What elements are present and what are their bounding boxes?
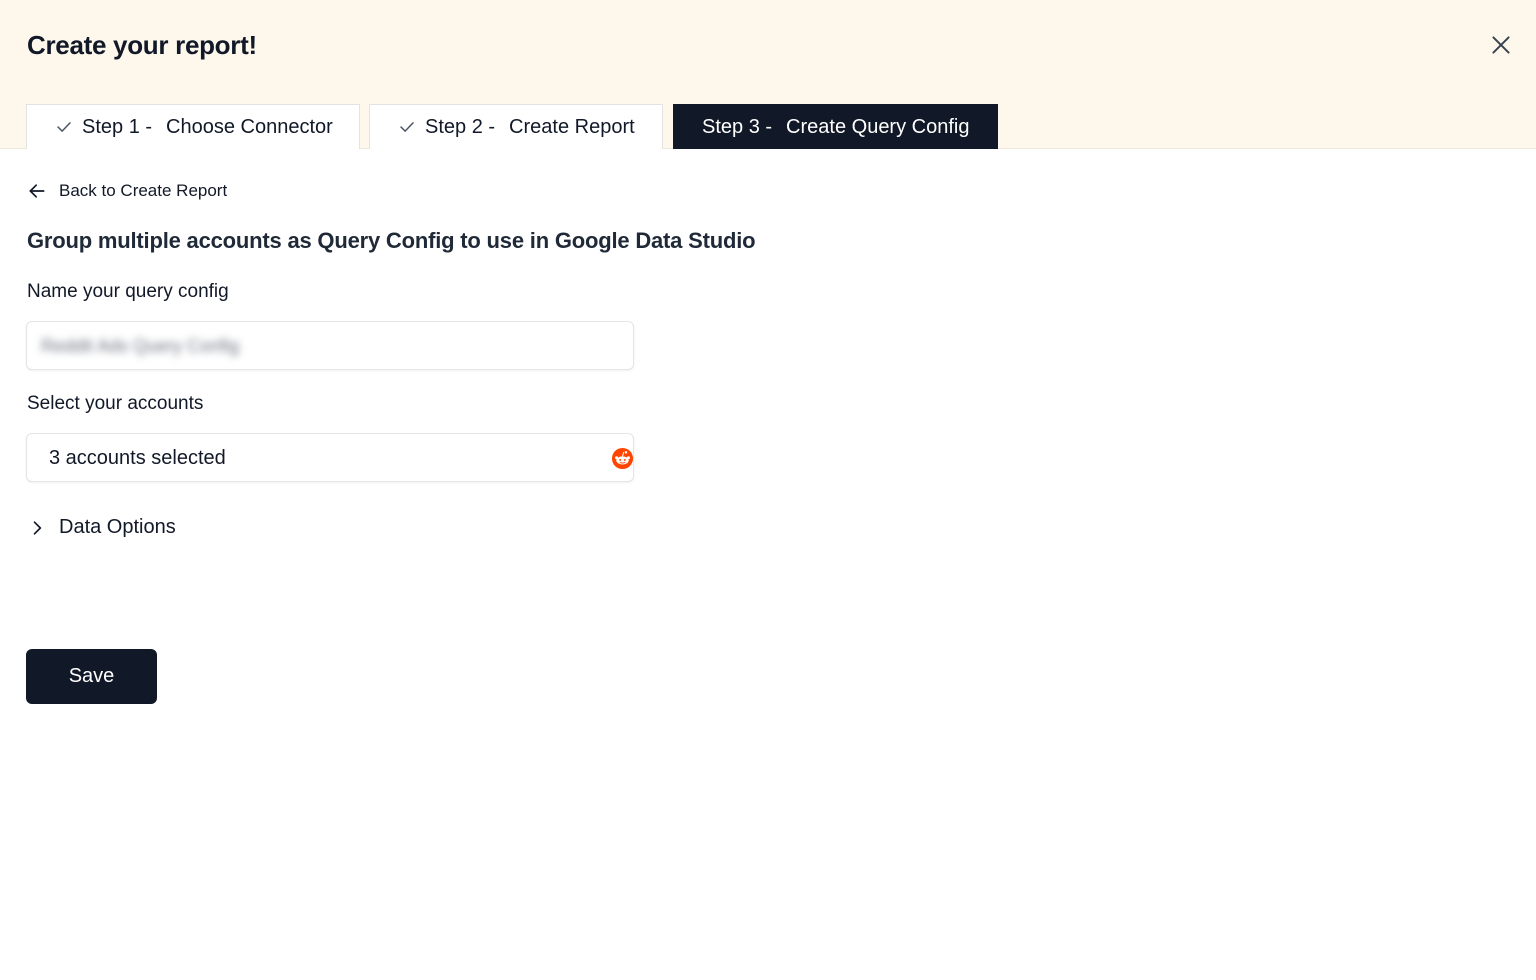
reddit-icon (611, 447, 634, 470)
save-button[interactable]: Save (26, 649, 157, 704)
modal-header: Create your report! Step 1 - Choose Conn… (0, 0, 1536, 149)
step-number: Step 2 - (425, 115, 496, 138)
arrow-left-icon (29, 184, 45, 198)
data-options-toggle[interactable]: Data Options (27, 516, 176, 539)
accounts-select-value: 3 accounts selected (49, 447, 226, 469)
accounts-field-label: Select your accounts (27, 393, 204, 414)
tab-step-3[interactable]: Step 3 - Create Query Config (673, 104, 998, 149)
tab-step-1[interactable]: Step 1 - Choose Connector (26, 104, 360, 149)
accounts-select[interactable]: 3 accounts selected (26, 433, 634, 482)
query-config-name-input[interactable]: Reddit Ads Query Config (26, 321, 634, 370)
close-button[interactable] (1488, 32, 1514, 58)
close-icon (1492, 36, 1510, 54)
back-to-create-report-link[interactable]: Back to Create Report (27, 181, 227, 201)
step-label: Create Query Config (786, 115, 970, 138)
back-link-label: Back to Create Report (59, 181, 228, 200)
page-subtitle: Group multiple accounts as Query Config … (27, 228, 756, 253)
check-icon (398, 118, 416, 136)
name-field-label: Name your query config (27, 281, 229, 302)
step-number: Step 3 - (702, 115, 773, 138)
modal-title: Create your report! (27, 30, 257, 60)
step-label: Create Report (509, 115, 635, 138)
data-options-label: Data Options (59, 516, 176, 538)
check-icon (55, 118, 73, 136)
tab-step-2[interactable]: Step 2 - Create Report (369, 104, 663, 149)
chevron-right-icon (33, 520, 42, 535)
step-label: Choose Connector (166, 115, 333, 138)
name-input-value: Reddit Ads Query Config (41, 336, 240, 356)
step-number: Step 1 - (82, 115, 153, 138)
